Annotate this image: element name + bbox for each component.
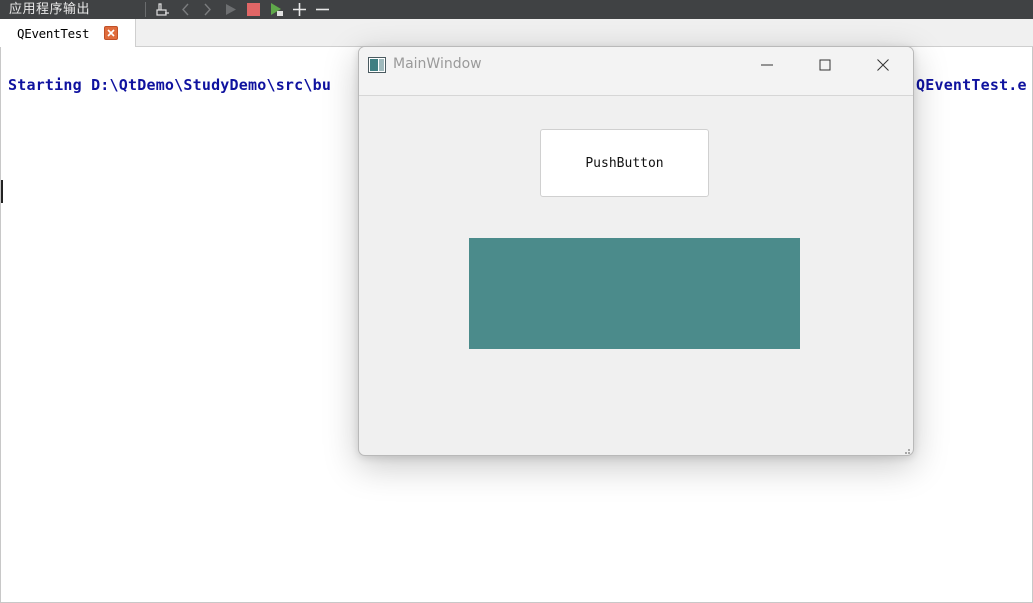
teal-rectangle-widget: [469, 238, 800, 349]
rerun-debug-icon[interactable]: [268, 1, 285, 18]
tab-qeventtest[interactable]: QEventTest: [0, 19, 136, 47]
run-icon[interactable]: [222, 1, 239, 18]
panel-title: 应用程序输出: [9, 2, 91, 17]
push-button[interactable]: PushButton: [540, 129, 709, 197]
close-icon[interactable]: [873, 55, 893, 75]
main-window: MainWindow PushButton: [358, 46, 914, 456]
previous-icon[interactable]: [177, 1, 194, 18]
tab-close-icon[interactable]: [104, 26, 118, 40]
minimize-icon[interactable]: [757, 55, 777, 75]
text-cursor: [1, 180, 3, 203]
resize-grip-icon[interactable]: [901, 443, 911, 454]
zoom-out-icon[interactable]: [314, 1, 331, 18]
output-panel-toolbar: 应用程序输出: [0, 0, 1033, 19]
output-line-end: QEventTest.e: [916, 76, 1027, 94]
next-icon[interactable]: [199, 1, 216, 18]
zoom-in-icon[interactable]: [291, 1, 308, 18]
stop-icon[interactable]: [245, 1, 262, 18]
app-window-icon: [368, 57, 386, 73]
maximize-icon[interactable]: [815, 55, 835, 75]
output-line-start: Starting D:\QtDemo\StudyDemo\src\bu: [8, 76, 332, 94]
main-window-title: MainWindow: [393, 56, 482, 72]
main-window-titlebar[interactable]: MainWindow: [359, 47, 913, 96]
attach-debugger-icon[interactable]: [154, 1, 171, 18]
output-tab-bar: QEventTest: [0, 19, 1033, 47]
toolbar-separator: [145, 2, 146, 17]
tab-label: QEventTest: [17, 26, 90, 41]
